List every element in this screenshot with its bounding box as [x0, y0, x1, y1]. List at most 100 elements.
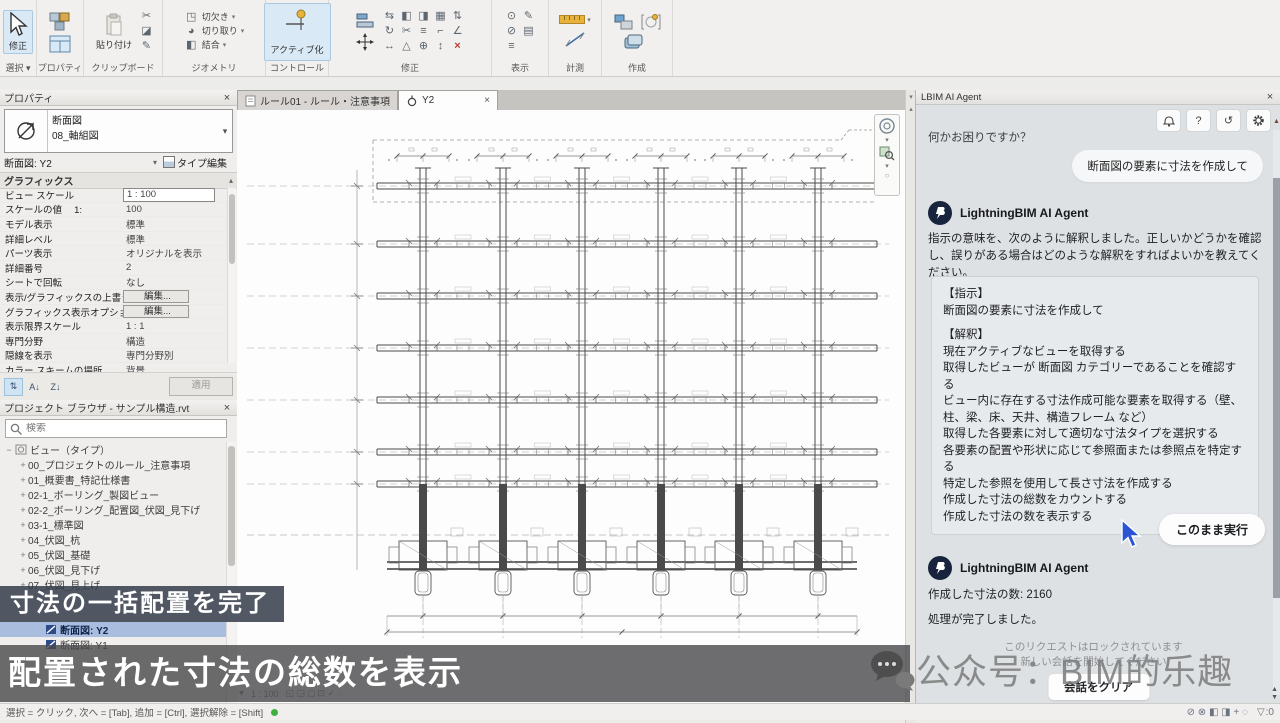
geometry-button[interactable]: ◳切欠き▾ — [184, 11, 245, 24]
cube-stack-icon[interactable] — [613, 13, 635, 31]
property-value[interactable]: 1 : 100 — [123, 188, 215, 202]
tool-icon[interactable]: × — [450, 40, 465, 53]
filter-button[interactable]: ▽:0 — [1257, 707, 1274, 718]
tool-icon[interactable]: ▤ — [521, 25, 536, 38]
modify-primary-tools[interactable] — [355, 12, 375, 52]
scissors-icon[interactable]: ✂ — [139, 10, 154, 23]
close-icon[interactable]: × — [484, 95, 490, 106]
geometry-button[interactable]: ◧結合▾ — [184, 39, 245, 52]
tool-icon[interactable]: ≡ — [504, 40, 519, 53]
sort-ascending-icon[interactable]: A↓ — [25, 378, 44, 396]
tree-item[interactable]: +04_伏図_杭 — [0, 532, 229, 547]
sort-icon[interactable]: ⇅ — [4, 378, 23, 396]
close-icon[interactable]: × — [221, 92, 233, 104]
ruler-icon[interactable] — [559, 15, 585, 24]
zoom-icon[interactable] — [879, 145, 895, 161]
close-icon[interactable]: × — [1264, 91, 1276, 103]
steering-wheel-icon[interactable] — [878, 117, 896, 135]
expand-icon[interactable]: + — [18, 505, 28, 515]
expand-icon[interactable]: + — [18, 550, 28, 560]
tool-icon[interactable]: ↔ — [382, 40, 397, 53]
panel-scroll-arrows[interactable]: ▲▼ — [1271, 686, 1278, 702]
search-input[interactable] — [26, 423, 226, 434]
boxes-icon[interactable] — [48, 11, 72, 33]
tree-item[interactable]: +03-1_標準図 — [0, 517, 229, 532]
tool-icon[interactable]: ≡ — [416, 25, 431, 38]
property-value: 100 — [123, 204, 229, 215]
chevron-down-icon[interactable]: ▾ — [218, 110, 232, 152]
search-box[interactable] — [5, 419, 227, 438]
assembly-icon[interactable] — [624, 34, 650, 50]
close-icon[interactable]: × — [221, 402, 233, 414]
activate-button[interactable]: アクティブ化 — [264, 3, 331, 61]
tool-icon[interactable]: ∠ — [450, 25, 465, 38]
tree-item[interactable]: +01_概要書_特記仕様書 — [0, 472, 229, 487]
tool-icon[interactable]: ◨ — [416, 10, 431, 23]
modify-tool-grid[interactable]: ⇆◧◨▦⇅ ↻✂≡⌐∠ ↔△⊕↕× — [382, 10, 465, 54]
type-selector[interactable]: 断面図 08_軸組図 ▾ — [4, 109, 233, 153]
tool-icon[interactable]: ✎ — [521, 10, 536, 23]
chevron-down-icon[interactable]: ▾ — [885, 162, 889, 170]
tree-item[interactable]: −ビュー（タイプ） — [0, 442, 229, 457]
selection-toggle-icons[interactable]: ⊘ ⊗ ◧ ◨ + ◌ — [1187, 707, 1248, 718]
tab-rule01[interactable]: ルール01 - ルール・注意事項 — [237, 90, 398, 110]
group-create-icon[interactable] — [641, 13, 661, 31]
group-label-select[interactable]: 選択 ▾ — [0, 61, 36, 76]
clipboard-small-tools[interactable]: ✂ ◪ ✎ — [139, 10, 154, 53]
options-icon[interactable]: ○ — [885, 171, 890, 180]
chevron-up-icon[interactable]: ▴ — [229, 176, 233, 185]
scroll-up-icon[interactable]: ▲ — [1273, 118, 1280, 125]
modify-button[interactable]: 修正 — [3, 10, 33, 54]
history-button[interactable]: ↺ — [1216, 109, 1241, 132]
drawing-canvas[interactable]: ▾ ▾ ○ ▾ 1 : 100 ◱ ◲ ◻ ⊡ ✓ ◌ — [237, 110, 905, 720]
expand-icon[interactable]: + — [18, 475, 28, 485]
tree-item[interactable]: +06_伏図_見下げ — [0, 562, 229, 577]
collapse-icon[interactable]: − — [4, 445, 14, 455]
run-button[interactable]: このまま実行 — [1159, 514, 1265, 545]
match-type-icon[interactable]: ✎ — [139, 40, 154, 53]
tool-icon[interactable]: ▦ — [433, 10, 448, 23]
measure-angle-icon[interactable] — [564, 30, 586, 48]
settings-button[interactable] — [1246, 109, 1271, 132]
edit-type-button[interactable]: タイプ編集 — [177, 155, 227, 170]
expand-icon[interactable]: + — [18, 490, 28, 500]
graphics-section-header[interactable]: グラフィックス ▴ — [0, 172, 237, 189]
chevron-down-icon[interactable]: ▾ — [885, 136, 889, 144]
view-tool-grid[interactable]: ⊙✎⊘▤≡ — [504, 10, 536, 54]
tree-item[interactable]: 断面図: Y2 — [0, 622, 229, 637]
expand-icon[interactable]: + — [18, 535, 28, 545]
tool-icon[interactable]: ⌐ — [433, 25, 448, 38]
tool-icon[interactable]: △ — [399, 40, 414, 53]
expand-icon[interactable]: + — [18, 460, 28, 470]
chevron-down-icon[interactable]: ▾ — [153, 158, 157, 167]
copy-icon[interactable]: ◪ — [139, 25, 154, 38]
tool-icon[interactable]: ✂ — [399, 25, 414, 38]
tree-item[interactable]: +00_プロジェクトのルール_注意事項 — [0, 457, 229, 472]
properties-panel-icon[interactable] — [49, 35, 71, 53]
tool-icon[interactable]: ⇆ — [382, 10, 397, 23]
tool-icon[interactable]: ⊕ — [416, 40, 431, 53]
expand-icon[interactable]: + — [18, 520, 28, 530]
tool-icon[interactable]: ↻ — [382, 25, 397, 38]
tree-item[interactable]: +02-1_ボーリング_製図ビュー — [0, 487, 229, 502]
group-label-properties[interactable]: プロパティ — [37, 61, 83, 76]
tool-icon[interactable]: ⊙ — [504, 10, 519, 23]
tool-icon[interactable]: ◧ — [399, 10, 414, 23]
notifications-button[interactable] — [1156, 109, 1181, 132]
geometry-button[interactable]: ◕切り取り▾ — [184, 25, 245, 38]
tree-item[interactable]: +02-2_ボーリング_配置図_伏図_見下げ — [0, 502, 229, 517]
tool-icon[interactable]: ⇅ — [450, 10, 465, 23]
tab-y2[interactable]: Y2 × — [398, 90, 498, 110]
tool-icon[interactable]: ⊘ — [504, 25, 519, 38]
sort-descending-icon[interactable]: Z↓ — [46, 378, 65, 396]
apply-button[interactable]: 適用 — [169, 377, 233, 396]
edit-button[interactable]: 編集... — [123, 305, 189, 318]
help-button[interactable]: ? — [1186, 109, 1211, 132]
paste-button[interactable]: 貼り付け — [92, 11, 136, 53]
tree-item[interactable]: +05_伏図_基礎 — [0, 547, 229, 562]
expand-icon[interactable]: + — [18, 565, 28, 575]
ai-scrollbar[interactable] — [1273, 130, 1280, 695]
tool-icon[interactable]: ↕ — [433, 40, 448, 53]
edit-button[interactable]: 編集... — [123, 290, 189, 303]
properties-scrollbar[interactable] — [227, 188, 236, 363]
